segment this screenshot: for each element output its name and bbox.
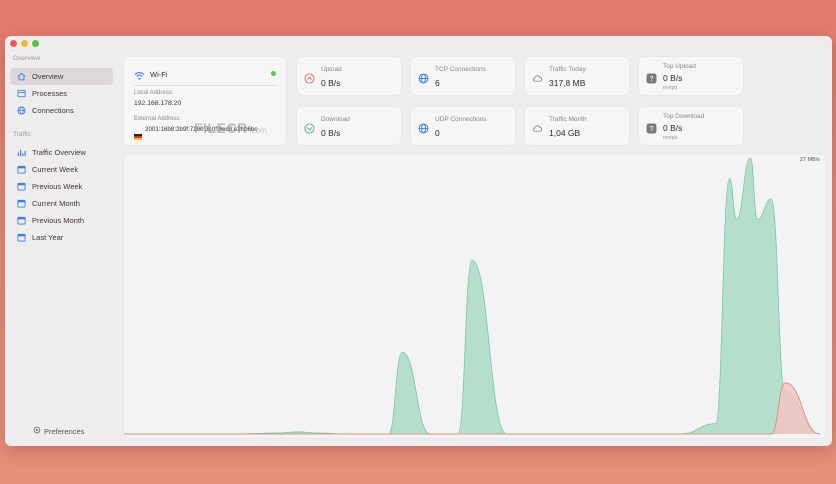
download-value: 0 B/s bbox=[321, 128, 341, 138]
sidebar: Overview Overview Processes Connections … bbox=[5, 36, 115, 446]
svg-text:?: ? bbox=[650, 125, 654, 133]
app-window: Overview Overview Processes Connections … bbox=[5, 36, 832, 446]
cloud-icon bbox=[532, 121, 543, 132]
traffic-today-label: Traffic Today bbox=[549, 66, 586, 73]
download-label: Download bbox=[321, 116, 350, 123]
watermark-logo: FILECR .com bbox=[194, 120, 267, 136]
udp-label: UDP Connections bbox=[435, 116, 487, 123]
calendar-icon bbox=[16, 216, 26, 226]
cloud-icon bbox=[532, 71, 543, 82]
upload-icon bbox=[304, 71, 315, 84]
calendar-icon bbox=[16, 199, 26, 209]
sidebar-item-label: Overview bbox=[32, 72, 64, 81]
svg-text:?: ? bbox=[650, 75, 654, 83]
watermark-tld: .com bbox=[249, 126, 267, 135]
sidebar-item-label: Current Month bbox=[32, 199, 80, 208]
traffic-month-label: Traffic Month bbox=[549, 116, 587, 123]
top-download-card: ? Top Download 0 B/s rentpd bbox=[639, 107, 743, 145]
traffic-month-value: 1,04 GB bbox=[549, 128, 581, 138]
sidebar-item-overview[interactable]: Overview bbox=[10, 68, 113, 85]
sidebar-item-current-month[interactable]: Current Month bbox=[10, 195, 113, 212]
sidebar-item-label: Previous Month bbox=[32, 216, 85, 225]
top-download-label: Top Download bbox=[663, 113, 705, 120]
sidebar-item-label: Current Week bbox=[32, 165, 79, 174]
local-address-value: 192.168.178.20 bbox=[134, 100, 182, 107]
download-area bbox=[124, 158, 820, 434]
top-upload-value: 0 B/s bbox=[663, 73, 683, 83]
sidebar-item-previous-week[interactable]: Previous Week bbox=[10, 178, 113, 195]
gear-icon bbox=[33, 426, 41, 436]
external-address-label: External Address: bbox=[134, 116, 182, 122]
wifi-icon bbox=[134, 68, 145, 86]
traffic-today-value: 317,8 MB bbox=[549, 78, 586, 88]
sidebar-item-traffic-overview[interactable]: Traffic Overview bbox=[10, 144, 113, 161]
wifi-title: Wi-Fi bbox=[150, 70, 168, 79]
udp-value: 0 bbox=[435, 128, 440, 138]
traffic-chart: 27 MB/s bbox=[124, 154, 826, 438]
sidebar-item-last-year[interactable]: Last Year bbox=[10, 229, 113, 246]
sidebar-item-label: Connections bbox=[32, 106, 74, 115]
preferences-button[interactable]: Preferences bbox=[33, 426, 84, 436]
traffic-month-card: Traffic Month 1,04 GB bbox=[525, 107, 629, 145]
chart-max-label: 27 MB/s bbox=[799, 157, 820, 163]
watermark-brand: FILECR bbox=[194, 120, 248, 136]
traffic-chart-svg bbox=[124, 157, 821, 435]
tcp-card: TCP Connections 6 bbox=[411, 57, 515, 95]
divider bbox=[134, 85, 278, 86]
download-icon bbox=[304, 121, 315, 134]
sidebar-item-previous-month[interactable]: Previous Month bbox=[10, 212, 113, 229]
udp-card: UDP Connections 0 bbox=[411, 107, 515, 145]
bar-chart-icon bbox=[16, 148, 26, 158]
upload-value: 0 B/s bbox=[321, 78, 341, 88]
local-address-label: Local Address: bbox=[134, 90, 174, 96]
tcp-label: TCP Connections bbox=[435, 66, 486, 73]
top-download-process: rentpd bbox=[663, 135, 678, 141]
sidebar-item-label: Traffic Overview bbox=[32, 148, 86, 157]
top-download-value: 0 B/s bbox=[663, 123, 683, 133]
top-upload-label: Top Upload bbox=[663, 63, 696, 70]
sidebar-item-label: Last Year bbox=[32, 233, 64, 242]
globe-icon bbox=[16, 106, 26, 116]
sidebar-item-connections[interactable]: Connections bbox=[10, 102, 113, 119]
globe-icon bbox=[418, 121, 429, 134]
sidebar-section-overview: Overview bbox=[13, 55, 41, 62]
globe-icon bbox=[418, 71, 429, 84]
top-upload-process: rentpd bbox=[663, 85, 678, 91]
sidebar-item-label: Processes bbox=[32, 89, 68, 98]
app-icon: ? bbox=[646, 71, 657, 84]
calendar-icon bbox=[16, 182, 26, 192]
wifi-status-indicator bbox=[271, 71, 276, 76]
tcp-value: 6 bbox=[435, 78, 440, 88]
traffic-today-card: Traffic Today 317,8 MB bbox=[525, 57, 629, 95]
app-icon: ? bbox=[646, 121, 657, 134]
calendar-icon bbox=[16, 165, 26, 175]
download-card: Download 0 B/s bbox=[297, 107, 401, 145]
top-upload-card: ? Top Upload 0 B/s rentpd bbox=[639, 57, 743, 95]
upload-label: Upload bbox=[321, 66, 342, 73]
preferences-label: Preferences bbox=[44, 426, 85, 436]
calendar-icon bbox=[16, 233, 26, 243]
flag-icon bbox=[134, 127, 142, 140]
upload-card: Upload 0 B/s bbox=[297, 57, 401, 95]
sidebar-item-label: Previous Week bbox=[32, 182, 83, 191]
sidebar-item-processes[interactable]: Processes bbox=[10, 85, 113, 102]
sidebar-section-traffic: Traffic bbox=[13, 131, 31, 138]
processes-icon bbox=[16, 89, 26, 99]
house-icon bbox=[16, 72, 26, 82]
sidebar-item-current-week[interactable]: Current Week bbox=[10, 161, 113, 178]
